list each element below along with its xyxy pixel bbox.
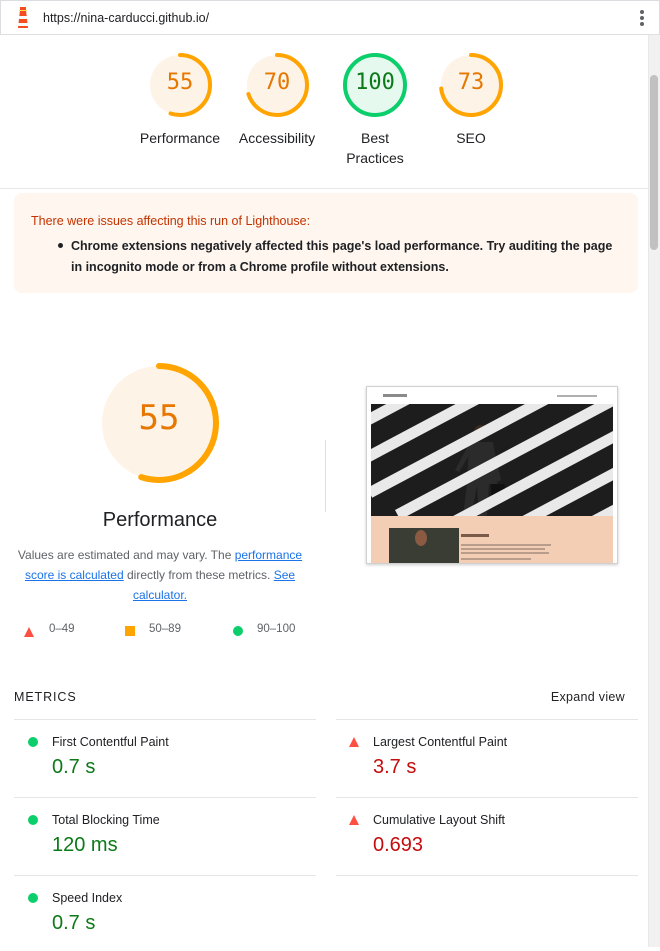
pass-circle-icon (28, 893, 38, 903)
divider (14, 719, 316, 720)
metric-label-si: Speed Index (52, 891, 123, 905)
gauge-score: 100 (355, 70, 395, 95)
gauge-performance[interactable]: 55 Performance (130, 52, 230, 148)
divider (336, 875, 638, 876)
divider (14, 797, 316, 798)
gauge-label-line: Performance (139, 130, 221, 146)
metric-value-si: 0.7 s (52, 912, 96, 934)
gauge-best-practices[interactable]: 100 Best Practices (325, 52, 425, 168)
performance-score: 55 (138, 398, 180, 438)
thumbnail-text-line (461, 548, 545, 550)
legend-fail: 0–49 (49, 623, 75, 635)
warning-item: Chrome extensions negatively affected th… (71, 239, 613, 274)
metric-label-cls: Cumulative Layout Shift (373, 813, 506, 827)
fail-triangle-icon (349, 737, 359, 747)
metrics-header: METRICS (14, 690, 77, 704)
metric-value-fcp: 0.7 s (52, 756, 96, 778)
average-square-icon (125, 626, 135, 636)
gauge-label-line: SEO (456, 130, 486, 146)
gauge-score: 55 (166, 70, 194, 95)
metric-label-tbt: Total Blocking Time (52, 813, 160, 827)
thumbnail-text-line (461, 544, 551, 546)
metric-label-fcp: First Contentful Paint (52, 735, 169, 749)
gauge-score: 73 (457, 70, 485, 95)
gauge-label: Performance (130, 128, 230, 148)
gauge-seo[interactable]: 73 SEO (421, 52, 521, 148)
gauge-label-line: Best (360, 130, 389, 146)
thumbnail-heading (461, 534, 489, 537)
pass-circle-icon (28, 815, 38, 825)
warning-box: There were issues affecting this run of … (14, 193, 638, 293)
legend-average: 50–89 (149, 623, 181, 635)
thumbnail-text-line (461, 558, 531, 560)
thumbnail-nav (367, 387, 617, 405)
thumbnail-text-line (461, 552, 549, 554)
gauge-label: Best Practices (325, 128, 425, 168)
legend-pass: 90–100 (257, 623, 296, 635)
bullet-icon (58, 243, 63, 248)
scrollbar[interactable] (648, 35, 660, 947)
final-screenshot[interactable] (366, 386, 618, 564)
fail-triangle-icon (24, 627, 34, 637)
score-gauges: 55 Performance 70 Accessibility 100 Best… (0, 35, 648, 189)
thumbnail-about-section (371, 516, 613, 563)
metric-label-lcp: Largest Contentful Paint (373, 735, 508, 749)
pass-circle-icon (233, 626, 243, 636)
description-text: Values are estimated and may vary. The (17, 548, 235, 562)
metric-value-lcp: 3.7 s (373, 756, 417, 778)
kebab-menu-icon[interactable] (639, 10, 645, 28)
thumbnail-nav-links (557, 395, 597, 397)
divider (14, 875, 316, 876)
description-text: directly from these metrics. (123, 568, 274, 582)
gauge-accessibility[interactable]: 70 Accessibility (227, 52, 327, 148)
scrollbar-thumb[interactable] (650, 75, 658, 250)
pass-circle-icon (28, 737, 38, 747)
divider (336, 797, 638, 798)
warning-title: There were issues affecting this run of … (31, 214, 311, 228)
divider (336, 719, 638, 720)
expand-view-button[interactable]: Expand view (551, 690, 625, 704)
thumbnail-site-name (383, 394, 407, 397)
gauge-score: 70 (263, 70, 291, 95)
performance-title: Performance (102, 509, 218, 531)
top-bar: https://nina-carducci.github.io/ (0, 0, 660, 35)
thumbnail-face (415, 530, 427, 546)
url-text: https://nina-carducci.github.io/ (43, 11, 210, 25)
thumbnail-hero-image (371, 404, 613, 516)
gauge-label: Accessibility (227, 128, 327, 148)
gauge-label-line: Accessibility (238, 130, 316, 146)
lighthouse-logo-icon (18, 7, 28, 28)
metric-value-tbt: 120 ms (52, 834, 118, 856)
performance-description: Values are estimated and may vary. The p… (10, 545, 310, 605)
fail-triangle-icon (349, 815, 359, 825)
gauge-label: SEO (421, 128, 521, 148)
divider (325, 440, 326, 512)
gauge-label-line: Practices (346, 150, 404, 166)
metric-value-cls: 0.693 (373, 834, 424, 856)
